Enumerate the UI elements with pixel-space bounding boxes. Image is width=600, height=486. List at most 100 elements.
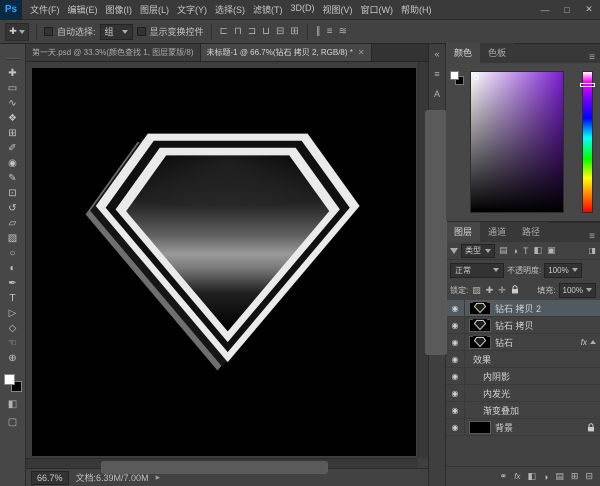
align-horizontal-center-icon[interactable]: ⊓ <box>233 24 243 40</box>
minimize-button[interactable]: — <box>534 0 556 20</box>
visibility-toggle[interactable]: ◉ <box>446 385 465 401</box>
lock-pixels-icon[interactable]: ✚ <box>485 285 495 296</box>
marquee-tool[interactable]: ▭ <box>1 81 25 96</box>
close-button[interactable]: ✕ <box>578 0 600 20</box>
menu-filter[interactable]: 滤镜(T) <box>249 0 287 19</box>
menu-window[interactable]: 窗口(W) <box>357 0 398 19</box>
align-top-icon[interactable]: ⊔ <box>261 24 271 40</box>
menu-help[interactable]: 帮助(H) <box>397 0 436 19</box>
dodge-tool[interactable]: ◐ <box>1 261 25 276</box>
tab-layers[interactable]: 图层 <box>446 222 480 242</box>
maximize-button[interactable]: □ <box>556 0 578 20</box>
color-picker-pointer[interactable] <box>474 75 479 80</box>
current-tool-badge[interactable]: ✚ <box>5 23 29 41</box>
visibility-toggle[interactable]: ◉ <box>446 334 465 350</box>
fx-row-inner-glow[interactable]: ◉ 内发光 <box>446 385 600 402</box>
healing-brush-tool[interactable]: ◉ <box>1 156 25 171</box>
layer-effects-badge[interactable]: fx <box>581 338 600 347</box>
lock-all-icon[interactable] <box>510 285 520 296</box>
effects-group-row[interactable]: ◉ 效果 <box>446 351 600 368</box>
menu-select[interactable]: 选择(S) <box>211 0 249 19</box>
filter-type-layers-icon[interactable]: T <box>522 246 530 256</box>
visibility-toggle[interactable]: ◉ <box>446 419 465 435</box>
clone-stamp-tool[interactable]: ⊡ <box>1 186 25 201</box>
type-tool[interactable]: T <box>1 291 25 306</box>
move-tool[interactable]: ✚ <box>1 66 25 81</box>
menu-file[interactable]: 文件(F) <box>26 0 64 19</box>
filter-smart-object-icon[interactable]: ▣ <box>546 245 557 256</box>
background-layer-row[interactable]: ◉ 背景 <box>446 419 600 436</box>
delete-layer-icon[interactable]: ⊟ <box>585 471 593 482</box>
layer-row-diamond-copy-2[interactable]: ◉ 钻石 拷贝 2 <box>446 300 600 317</box>
lock-position-icon[interactable]: ✛ <box>497 285 507 296</box>
vertical-scrollbar[interactable] <box>418 62 428 458</box>
saturation-brightness-field[interactable] <box>470 71 564 213</box>
align-bottom-icon[interactable]: ⊞ <box>289 24 299 40</box>
lasso-tool[interactable]: ∿ <box>1 96 25 111</box>
tab-paths[interactable]: 路径 <box>514 222 548 242</box>
shape-tool[interactable]: ◇ <box>1 321 25 336</box>
show-transform-checkbox[interactable] <box>137 27 146 36</box>
hue-slider-marker[interactable] <box>580 83 595 87</box>
foreground-background-swatches[interactable] <box>4 374 22 392</box>
layer-row-diamond-copy[interactable]: ◉ 钻石 拷贝 <box>446 317 600 334</box>
blend-mode-dropdown[interactable]: 正常 <box>450 263 504 278</box>
blur-tool[interactable]: ○ <box>1 246 25 261</box>
visibility-toggle[interactable]: ◉ <box>446 402 465 418</box>
menu-layer[interactable]: 图层(L) <box>136 0 173 19</box>
menu-image[interactable]: 图像(I) <box>102 0 137 19</box>
fx-row-gradient-overlay[interactable]: ◉ 渐变叠加 <box>446 402 600 419</box>
visibility-toggle[interactable]: ◉ <box>446 317 465 333</box>
fill-input[interactable]: 100% <box>559 283 596 298</box>
tab-channels[interactable]: 通道 <box>480 222 514 242</box>
filter-pixel-layers-icon[interactable]: ▤ <box>498 245 509 256</box>
eraser-tool[interactable]: ▱ <box>1 216 25 231</box>
lock-transparent-icon[interactable]: ▨ <box>471 285 482 296</box>
foreground-color-swatch[interactable] <box>450 71 459 80</box>
menu-type[interactable]: 文字(Y) <box>173 0 211 19</box>
collapse-panels-icon[interactable]: « <box>434 49 439 59</box>
tab-document-1[interactable]: 第一天.psd @ 33.3%(颜色查找 1, 图层蒙版/8) <box>26 44 201 61</box>
fx-row-inner-shadow[interactable]: ◉ 内阴影 <box>446 368 600 385</box>
add-layer-style-icon[interactable]: fx <box>514 472 520 481</box>
menu-view[interactable]: 视图(V) <box>319 0 357 19</box>
link-layers-icon[interactable]: ⚭ <box>500 471 508 482</box>
filter-type-dropdown[interactable]: 类型 <box>461 244 495 258</box>
toolbar-grip[interactable] <box>6 58 20 60</box>
align-right-icon[interactable]: ⊐ <box>247 24 257 40</box>
auto-select-checkbox[interactable] <box>44 27 53 36</box>
pen-tool[interactable]: ✒ <box>1 276 25 291</box>
foreground-color-swatch[interactable] <box>4 374 15 385</box>
quick-mask-mode-icon[interactable]: ◧ <box>8 399 17 410</box>
color-panel-swatches[interactable] <box>450 71 464 85</box>
hand-tool[interactable]: ☜ <box>1 336 25 351</box>
layer-thumbnail[interactable] <box>469 421 491 434</box>
history-brush-tool[interactable]: ↺ <box>1 201 25 216</box>
panel-menu-icon[interactable]: ≡ <box>584 52 600 63</box>
screen-mode-icon[interactable]: ▢ <box>8 417 17 428</box>
add-layer-mask-icon[interactable]: ◧ <box>527 471 536 482</box>
visibility-toggle[interactable]: ◉ <box>446 300 465 316</box>
filter-adjustment-layers-icon[interactable]: ◑ <box>512 246 519 256</box>
layer-thumbnail[interactable] <box>469 302 491 315</box>
align-left-icon[interactable]: ⊏ <box>219 24 229 40</box>
zoom-level[interactable]: 66.7% <box>31 471 69 485</box>
quick-select-tool[interactable]: ❖ <box>1 111 25 126</box>
distribute-horizontal-icon[interactable]: ∥ <box>315 24 322 40</box>
document-canvas[interactable] <box>32 68 416 456</box>
layer-thumbnail[interactable] <box>469 319 491 332</box>
tab-color[interactable]: 颜色 <box>446 43 480 63</box>
align-vertical-center-icon[interactable]: ⊟ <box>275 24 285 40</box>
visibility-toggle[interactable]: ◉ <box>446 368 465 384</box>
new-layer-icon[interactable]: ⊞ <box>571 471 579 482</box>
scrollbar-thumb[interactable] <box>101 461 328 474</box>
scrollbar-thumb[interactable] <box>425 110 447 356</box>
crop-tool[interactable]: ⊞ <box>1 126 25 141</box>
menu-edit[interactable]: 编辑(E) <box>64 0 102 19</box>
filter-shape-layers-icon[interactable]: ◧ <box>532 245 543 256</box>
auto-select-dropdown[interactable]: 组 <box>100 24 133 40</box>
panel-menu-icon[interactable]: ≡ <box>584 231 600 242</box>
distribute-spacing-icon[interactable]: ≋ <box>338 24 348 40</box>
eyedropper-tool[interactable]: ✐ <box>1 141 25 156</box>
layer-filter-toggle-icon[interactable]: ◨ <box>588 246 596 255</box>
